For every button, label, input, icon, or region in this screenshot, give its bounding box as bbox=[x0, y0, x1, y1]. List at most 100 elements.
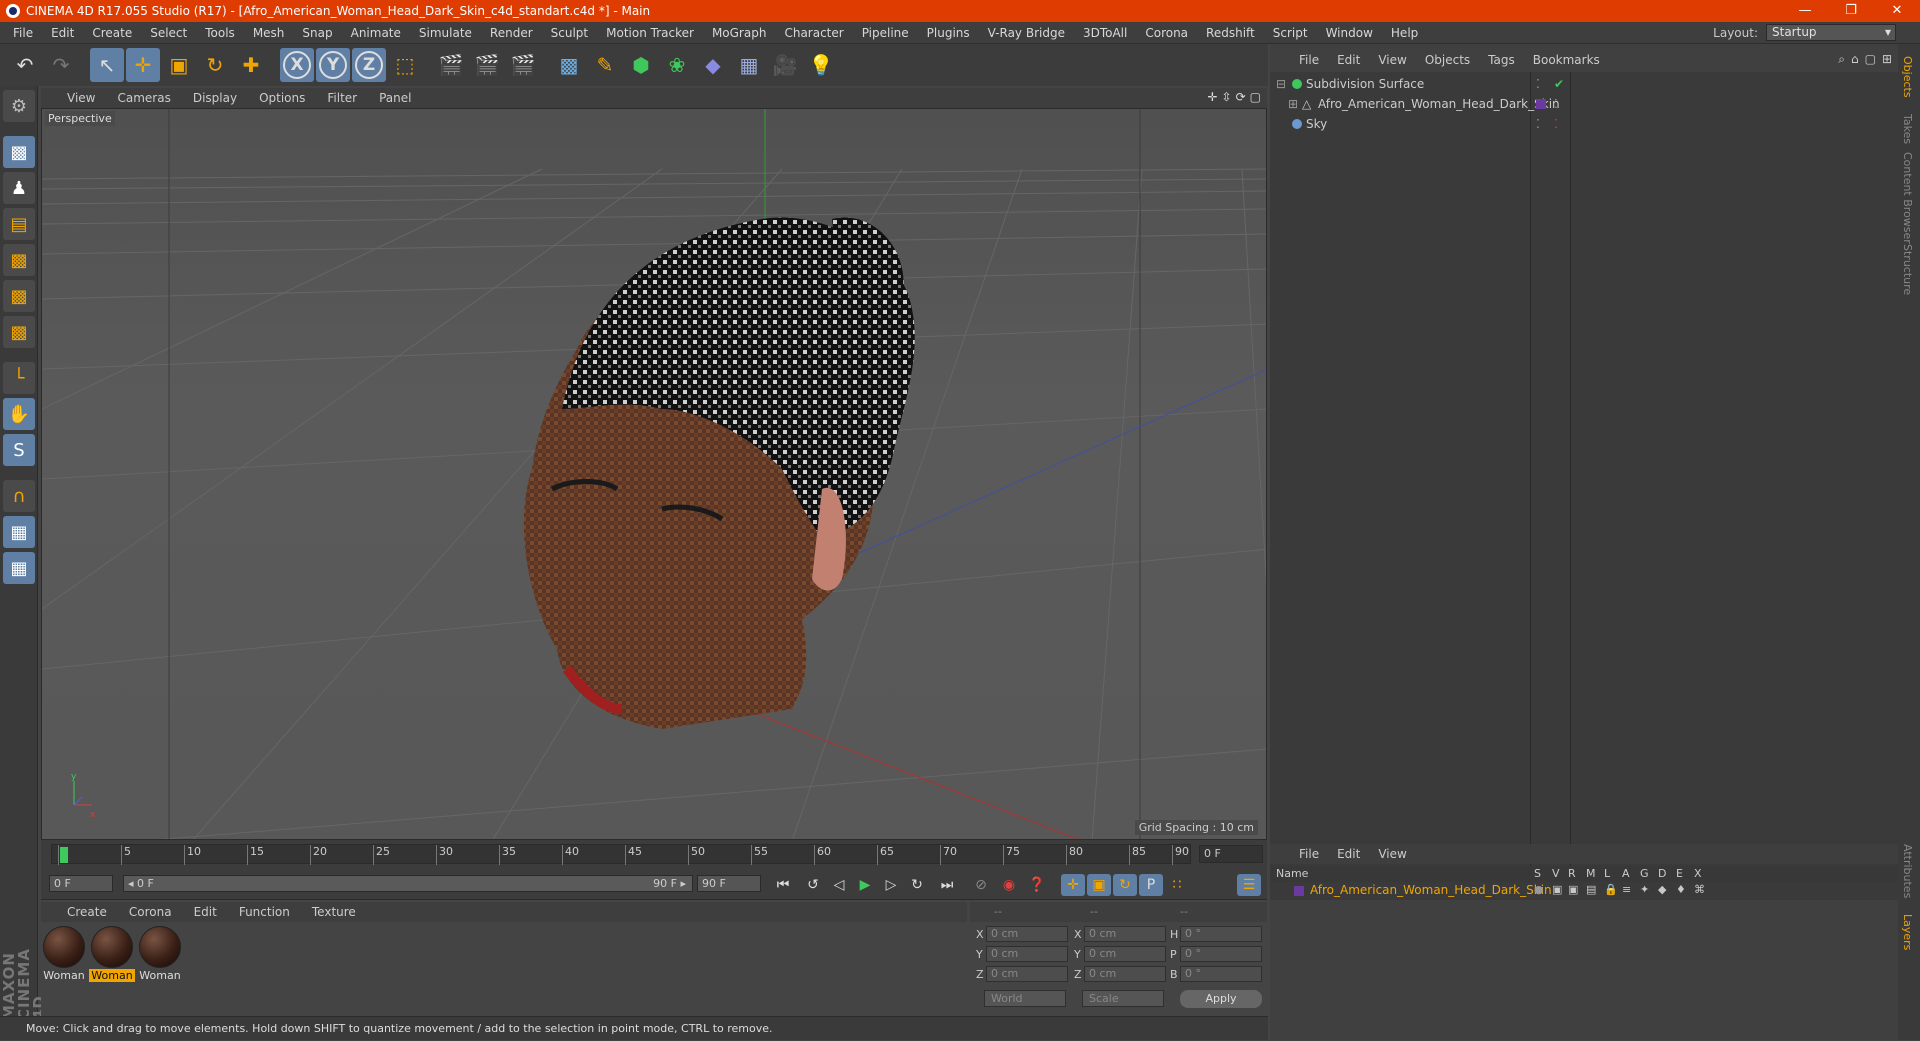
key-rotation-icon[interactable]: ↻ bbox=[1113, 874, 1137, 896]
collapse-icon[interactable]: ⊟ bbox=[1276, 74, 1286, 94]
render-icon[interactable]: ▣ bbox=[1568, 883, 1578, 896]
menu-select[interactable]: Select bbox=[141, 26, 196, 40]
apply-button[interactable]: Apply bbox=[1180, 990, 1262, 1008]
viewport-menu-cameras[interactable]: Cameras bbox=[105, 91, 180, 105]
workplane-mode-icon[interactable]: ▤ bbox=[3, 208, 35, 240]
menu-corona[interactable]: Corona bbox=[1136, 26, 1197, 40]
model-mode-icon[interactable]: ▩ bbox=[3, 136, 35, 168]
expand-icon[interactable]: ⊞ bbox=[1288, 94, 1298, 114]
camera-icon[interactable]: 🎥 bbox=[768, 48, 802, 82]
tab-objects[interactable]: Objects bbox=[1901, 56, 1914, 98]
menu-motion-tracker[interactable]: Motion Tracker bbox=[597, 26, 703, 40]
x-axis-lock-icon[interactable]: X bbox=[280, 48, 314, 82]
visibility-dots-icon[interactable]: ⁚ bbox=[1536, 114, 1540, 134]
object-menu-objects[interactable]: Objects bbox=[1416, 53, 1479, 67]
lock-workplane-icon[interactable]: ▦ bbox=[3, 516, 35, 548]
key-point-level-icon[interactable]: ∷ bbox=[1165, 874, 1189, 896]
autokeying-icon[interactable]: ◉ bbox=[997, 874, 1021, 896]
object-menu-tags[interactable]: Tags bbox=[1479, 53, 1524, 67]
toggle-view-icon[interactable]: ▢ bbox=[1250, 90, 1261, 104]
rot-p-field[interactable]: 0 ° bbox=[1180, 946, 1262, 962]
menu-sculpt[interactable]: Sculpt bbox=[542, 26, 597, 40]
object-menu-view[interactable]: View bbox=[1369, 53, 1415, 67]
key-scale-icon[interactable]: ▣ bbox=[1087, 874, 1111, 896]
view-icon[interactable]: ▣ bbox=[1552, 883, 1562, 896]
live-selection-icon[interactable]: ↖ bbox=[90, 48, 124, 82]
snapping-icon[interactable]: S bbox=[3, 434, 35, 466]
close-button[interactable]: ✕ bbox=[1874, 0, 1920, 22]
keyframe-selection-icon[interactable]: ❓ bbox=[1025, 874, 1049, 896]
layer-menu-file[interactable]: File bbox=[1290, 847, 1328, 861]
current-frame-marker[interactable] bbox=[60, 847, 68, 863]
render-dot-icon[interactable]: ⁚ bbox=[1554, 114, 1558, 134]
subdivision-surface-icon[interactable]: ⬢ bbox=[624, 48, 658, 82]
render-settings-icon[interactable]: 🎬 bbox=[506, 48, 540, 82]
next-key-icon[interactable]: ↻ bbox=[905, 874, 929, 896]
material-swatch[interactable]: Woman bbox=[41, 926, 87, 982]
viewport-menu-display[interactable]: Display bbox=[181, 91, 247, 105]
menu-edit[interactable]: Edit bbox=[42, 26, 83, 40]
timeline-ruler[interactable]: 0 5 10 15 20 25 30 35 40 45 50 55 60 65 … bbox=[51, 844, 1191, 865]
redo-icon[interactable]: ↷ bbox=[44, 48, 78, 82]
key-position-icon[interactable]: ✛ bbox=[1061, 874, 1085, 896]
orbit-icon[interactable]: ⟳ bbox=[1236, 90, 1246, 104]
pen-spline-icon[interactable]: ✎ bbox=[588, 48, 622, 82]
pos-x-field[interactable]: 0 cm bbox=[986, 926, 1068, 942]
edges-mode-icon[interactable]: ▩ bbox=[3, 280, 35, 312]
tab-content-browser[interactable]: Content Browser bbox=[1901, 152, 1914, 244]
home-icon[interactable]: ⌂ bbox=[1851, 52, 1859, 67]
menu-help[interactable]: Help bbox=[1382, 26, 1427, 40]
menu-snap[interactable]: Snap bbox=[293, 26, 341, 40]
minimize-button[interactable]: — bbox=[1782, 0, 1828, 22]
render-picture-viewer-icon[interactable]: 🎬 bbox=[470, 48, 504, 82]
size-z-field[interactable]: 0 cm bbox=[1084, 966, 1166, 982]
solo-icon[interactable]: ● bbox=[1534, 883, 1544, 896]
restore-button[interactable]: ❐ bbox=[1828, 0, 1874, 22]
search-icon[interactable]: ⌕ bbox=[1838, 52, 1845, 67]
magnet-icon[interactable]: ∩ bbox=[3, 480, 35, 512]
next-frame-icon[interactable]: ▷ bbox=[879, 874, 903, 896]
menu-simulate[interactable]: Simulate bbox=[410, 26, 481, 40]
object-menu-edit[interactable]: Edit bbox=[1328, 53, 1369, 67]
scale-tool-icon[interactable]: ▣ bbox=[162, 48, 196, 82]
tweak-mode-icon[interactable]: ✋ bbox=[3, 398, 35, 430]
points-mode-icon[interactable]: ▩ bbox=[3, 244, 35, 276]
viewport-menu-view[interactable]: View bbox=[55, 91, 105, 105]
min-frame-field[interactable]: 0 F bbox=[49, 875, 113, 892]
menu-window[interactable]: Window bbox=[1317, 26, 1382, 40]
y-axis-lock-icon[interactable]: Y bbox=[316, 48, 350, 82]
menu-vray-bridge[interactable]: V-Ray Bridge bbox=[979, 26, 1074, 40]
cloner-icon[interactable]: ❀ bbox=[660, 48, 694, 82]
recent-tools-icon[interactable]: ✚ bbox=[234, 48, 268, 82]
rotate-tool-icon[interactable]: ↻ bbox=[198, 48, 232, 82]
pos-z-field[interactable]: 0 cm bbox=[986, 966, 1068, 982]
polygons-mode-icon[interactable]: ▩ bbox=[3, 316, 35, 348]
menu-script[interactable]: Script bbox=[1264, 26, 1317, 40]
coordinate-space-dropdown[interactable]: World bbox=[984, 990, 1066, 1007]
menu-mograph[interactable]: MoGraph bbox=[703, 26, 776, 40]
previous-frame-icon[interactable]: ◁ bbox=[827, 874, 851, 896]
viewport-menu-options[interactable]: Options bbox=[247, 91, 315, 105]
menu-tools[interactable]: Tools bbox=[196, 26, 244, 40]
menu-character[interactable]: Character bbox=[775, 26, 852, 40]
z-axis-lock-icon[interactable]: Z bbox=[352, 48, 386, 82]
viewport-menu-panel[interactable]: Panel bbox=[367, 91, 421, 105]
light-icon[interactable]: 💡 bbox=[804, 48, 838, 82]
size-y-field[interactable]: 0 cm bbox=[1084, 946, 1166, 962]
perspective-viewport[interactable]: y x Perspective Grid Spacing : 10 cm bbox=[41, 108, 1267, 840]
manager-icon[interactable]: ▤ bbox=[1586, 883, 1596, 896]
material-menu-corona[interactable]: Corona bbox=[117, 905, 182, 919]
expressions-icon[interactable]: ♦ bbox=[1676, 883, 1686, 896]
menu-animate[interactable]: Animate bbox=[342, 26, 410, 40]
layer-row[interactable]: Afro_American_Woman_Head_Dark_Skin ● ▣ ▣… bbox=[1270, 882, 1898, 900]
rot-b-field[interactable]: 0 ° bbox=[1180, 966, 1262, 982]
menu-3dtoall[interactable]: 3DToAll bbox=[1074, 26, 1136, 40]
material-menu-edit[interactable]: Edit bbox=[182, 905, 227, 919]
new-view-icon[interactable]: ▢ bbox=[1865, 52, 1876, 67]
size-mode-dropdown[interactable]: Scale bbox=[1082, 990, 1164, 1007]
pos-y-field[interactable]: 0 cm bbox=[986, 946, 1068, 962]
pan-icon[interactable]: ✛ bbox=[1207, 90, 1217, 104]
move-tool-icon[interactable]: ✛ bbox=[126, 48, 160, 82]
axis-mode-icon[interactable]: └ bbox=[3, 362, 35, 394]
visibility-dots-icon[interactable]: ⁚ bbox=[1554, 94, 1558, 114]
